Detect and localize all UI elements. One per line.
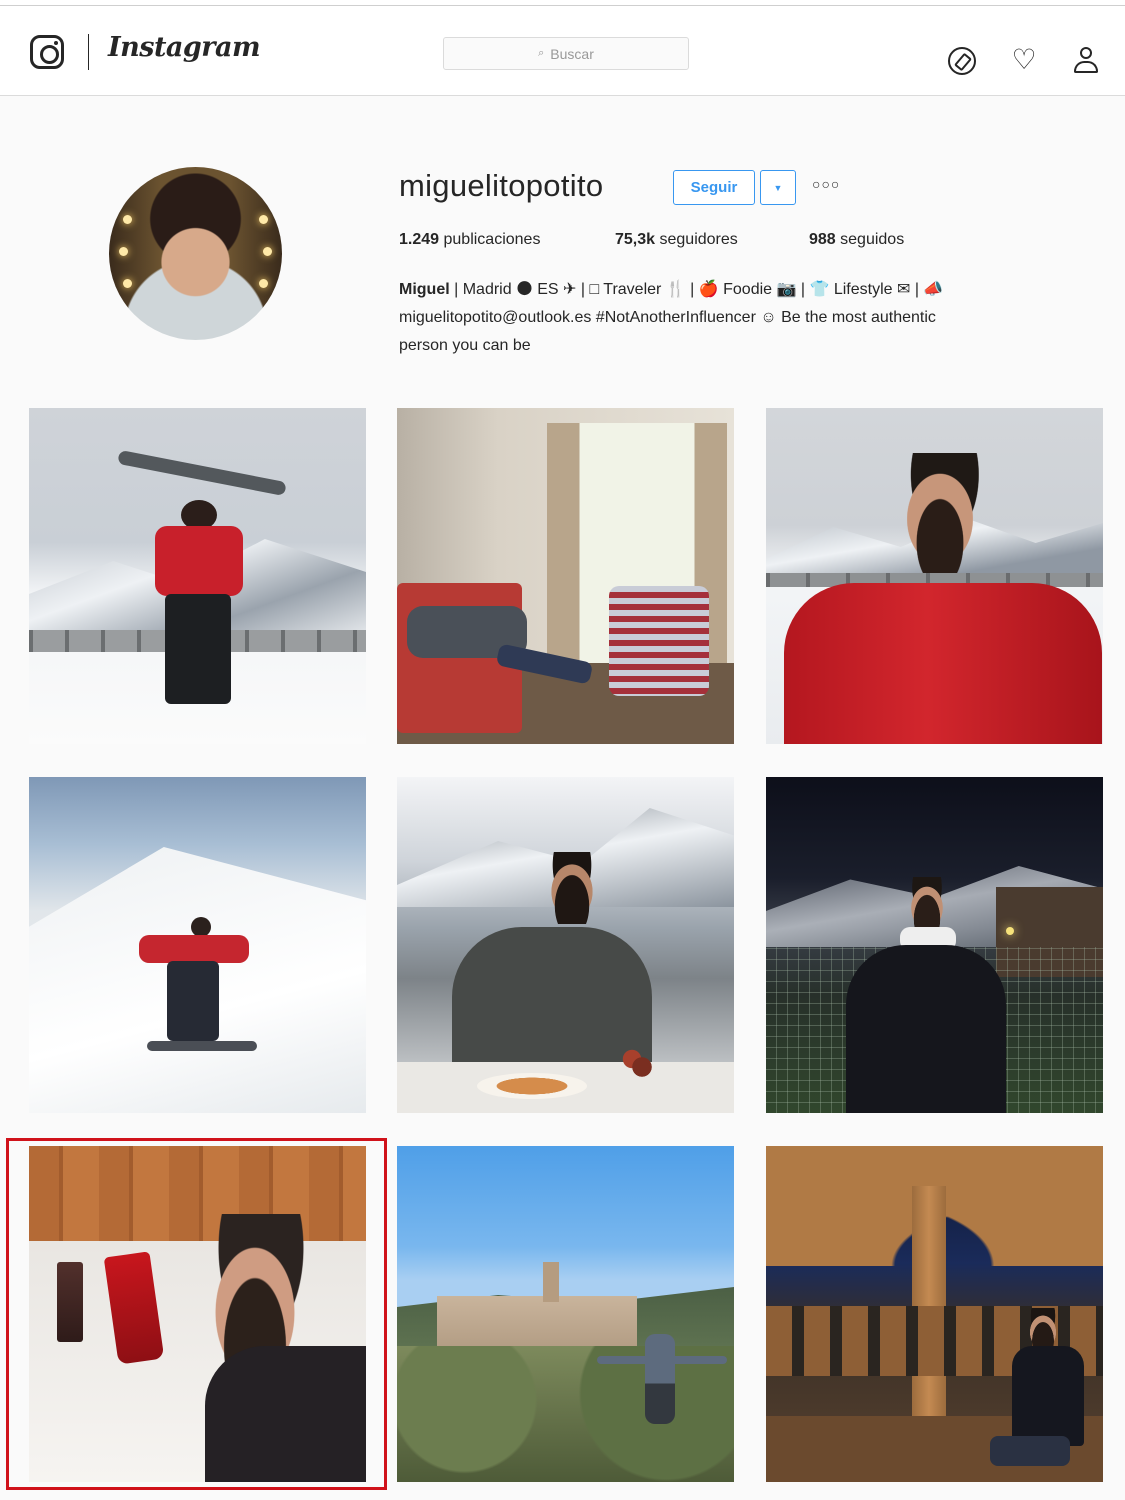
person-head-shape: [191, 917, 211, 937]
bio-line-1: Miguel | Madrid 🌑 ES ✈ | □ Traveler 🍴 | …: [399, 276, 1079, 304]
posts-count-label: publicaciones: [443, 231, 541, 248]
snowboarding-slope-post[interactable]: [29, 777, 366, 1113]
outstretched-arms-shape: [597, 1356, 727, 1364]
chevron-down-icon: ▼: [773, 182, 783, 193]
trees-shape: [397, 1346, 734, 1482]
bio-line-2: miguelitopotito@outlook.es #NotAnotherIn…: [399, 309, 936, 326]
snowboard-shape: [117, 449, 287, 497]
snowboard-shape: [147, 1041, 257, 1051]
night-village-post[interactable]: [766, 777, 1103, 1113]
activity-heart-icon[interactable]: ♡: [1010, 46, 1038, 75]
avatar-light-bulb: [123, 279, 132, 288]
search-input[interactable]: ⌕ Buscar: [443, 37, 689, 70]
hotel-room-laptop-post[interactable]: [397, 408, 734, 744]
followers-count-value: 75,3k: [615, 231, 656, 248]
monastery-building-shape: [437, 1296, 637, 1348]
bio-tagline: | Madrid 🌑 ES ✈ | □ Traveler 🍴 | 🍎 Foodi…: [454, 281, 944, 298]
person-head-shape: [542, 852, 602, 924]
dark-coat-shape: [846, 945, 1006, 1113]
profile-bio: Miguel | Madrid 🌑 ES ✈ | □ Traveler 🍴 | …: [399, 276, 1079, 360]
profile-username: miguelitopotito: [399, 168, 604, 203]
person-head-shape: [1080, 47, 1092, 59]
avatar-light-bulb: [259, 279, 268, 288]
suggestions-dropdown-button[interactable]: ▼: [760, 170, 796, 205]
posts-count: 1.249 publicaciones: [399, 231, 540, 249]
followers-count-label: seguidores: [659, 231, 738, 248]
leather-jacket-shape: [1012, 1346, 1084, 1446]
profile-avatar[interactable]: [109, 167, 282, 340]
avatar-light-bulb: [123, 215, 132, 224]
jeans-legs-shape: [990, 1436, 1070, 1466]
flower-vase-shape: [617, 1047, 667, 1087]
logo-divider: [88, 34, 89, 70]
red-jacket-mountains-post[interactable]: [766, 408, 1103, 744]
breakfast-plate-shape: [477, 1073, 587, 1099]
avatar-light-bulb: [119, 247, 128, 256]
profile-person-icon[interactable]: [1073, 47, 1101, 75]
bio-full-name: Miguel: [399, 281, 450, 298]
red-jacket-shape: [139, 935, 249, 963]
portrait-head-shape: [892, 453, 988, 573]
red-jacket-shape: [784, 583, 1102, 744]
followers-count[interactable]: 75,3k seguidores: [615, 231, 738, 249]
highlighted-post-frame: [6, 1138, 387, 1490]
following-count[interactable]: 988 seguidos: [809, 231, 904, 249]
avatar-light-bulb: [263, 247, 272, 256]
avatar-light-bulb: [259, 215, 268, 224]
more-options-icon[interactable]: ○○○: [812, 176, 840, 192]
follow-button[interactable]: Seguir: [673, 170, 755, 205]
posts-count-value: 1.249: [399, 231, 440, 248]
top-navigation-bar: Instagram ⌕ Buscar ♡: [0, 6, 1125, 96]
instagram-wordmark[interactable]: Instagram: [108, 32, 261, 63]
striped-armchair-shape: [609, 586, 709, 696]
search-icon: ⌕: [538, 47, 545, 59]
breakfast-table-post[interactable]: [397, 777, 734, 1113]
explore-compass-icon[interactable]: [948, 47, 976, 75]
cloister-arches-post[interactable]: [766, 1146, 1103, 1482]
snowboard-overhead-post[interactable]: [29, 408, 366, 744]
search-placeholder: Buscar: [550, 45, 594, 62]
standing-person-shape: [645, 1334, 675, 1424]
red-jacket-shape: [155, 526, 243, 596]
dark-pants-shape: [165, 594, 231, 704]
street-light-shape: [1006, 927, 1014, 935]
bio-line-3: person you can be: [399, 337, 531, 354]
bell-tower-shape: [543, 1262, 559, 1302]
person-head-shape: [904, 877, 950, 933]
dark-pants-shape: [167, 961, 219, 1041]
grey-sweater-shape: [452, 927, 652, 1067]
following-count-value: 988: [809, 231, 836, 248]
following-count-label: seguidos: [840, 231, 905, 248]
person-body-shape: [1074, 61, 1098, 73]
instagram-camera-icon[interactable]: [30, 35, 64, 69]
town-panorama-post[interactable]: [397, 1146, 734, 1482]
